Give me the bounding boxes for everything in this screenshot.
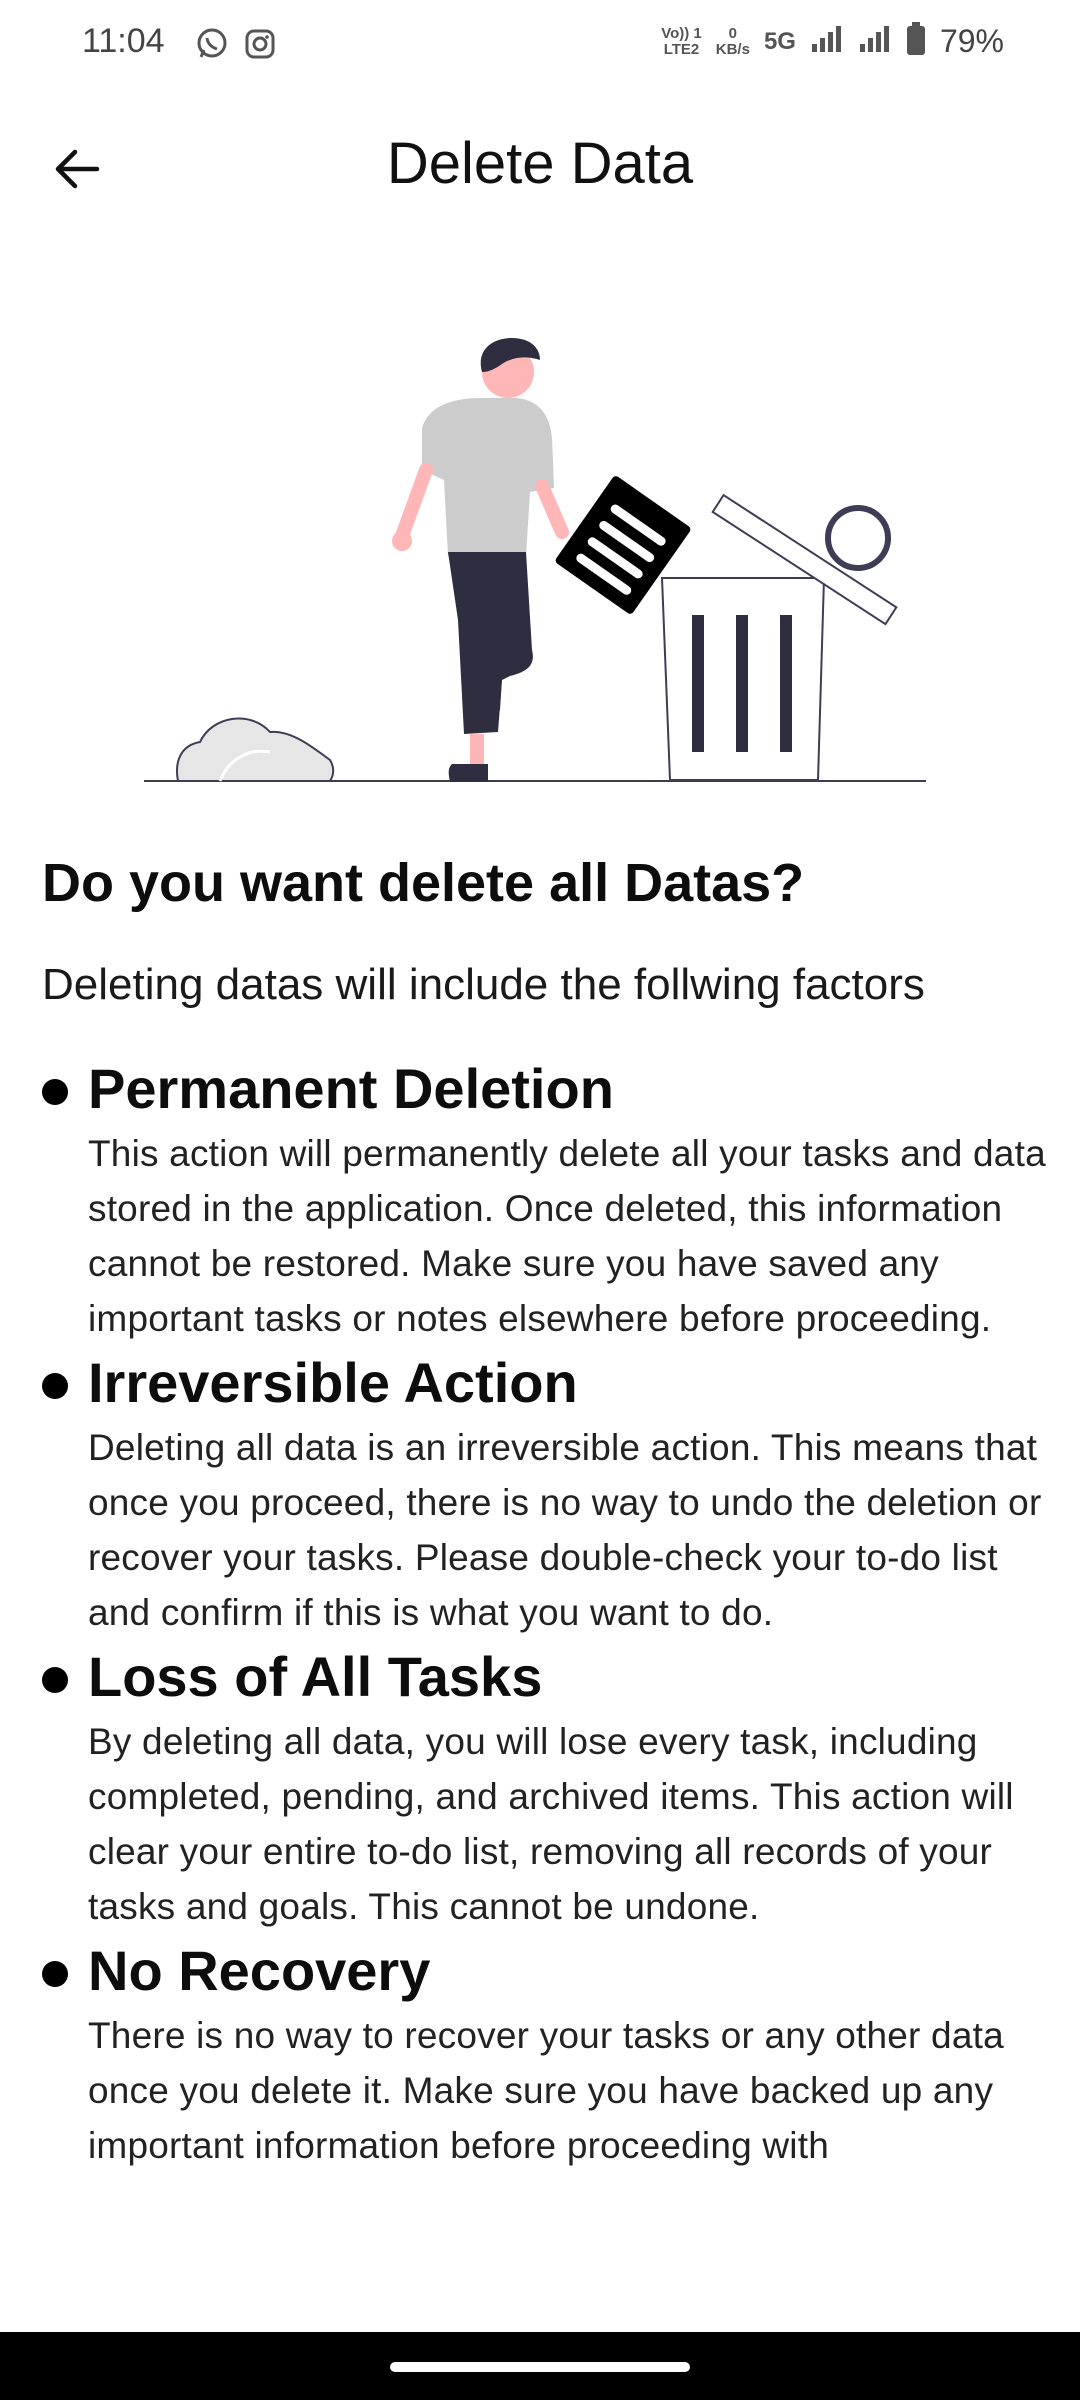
bullet-icon: [42, 1373, 68, 1399]
factor-description: This action will permanently delete all …: [88, 1133, 1046, 1339]
network-type: 5G: [763, 27, 796, 55]
signal-icon-1: [810, 24, 844, 59]
bullet-icon: [42, 1667, 68, 1693]
confirm-heading: Do you want delete all Datas?: [42, 853, 805, 913]
bullet-icon: [42, 1079, 68, 1105]
battery-icon: [906, 22, 926, 61]
network-speed: 0 KB/s: [715, 24, 750, 58]
signal-icon-2: [858, 24, 892, 59]
factor-item: No Recovery There is no way to recover y…: [42, 1934, 1052, 2173]
factor-item: Permanent Deletion This action will perm…: [42, 1052, 1052, 1346]
battery-percent: 79%: [939, 23, 1004, 59]
status-time: 11:04: [82, 22, 165, 60]
factors-list: Permanent Deletion This action will perm…: [42, 1052, 1052, 2173]
status-bar: 11:04 Vo)) 1 LTE2 0 KB/s 5G 79%: [0, 0, 1080, 90]
factor-description: There is no way to recover your tasks or…: [88, 2015, 1004, 2166]
factor-title: Permanent Deletion: [88, 1057, 614, 1120]
factor-title: Loss of All Tasks: [88, 1645, 543, 1708]
volte-indicator: Vo)) 1 LTE2: [661, 24, 702, 58]
status-indicators: Vo)) 1 LTE2 0 KB/s 5G 79%: [661, 22, 1004, 61]
factor-item: Irreversible Action Deleting all data is…: [42, 1346, 1052, 1640]
factor-title: Irreversible Action: [88, 1351, 578, 1414]
page-title: Delete Data: [386, 131, 694, 196]
bullet-icon: [42, 1961, 68, 1987]
factor-item: Loss of All Tasks By deleting all data, …: [42, 1640, 1052, 1934]
instagram-icon: [242, 26, 278, 62]
app-bar: Delete Data: [0, 110, 1080, 220]
intro-text: Deleting datas will include the follwing…: [42, 960, 925, 1009]
factor-description: Deleting all data is an irreversible act…: [88, 1427, 1042, 1633]
whatsapp-icon: [194, 26, 230, 62]
system-nav-bar: [0, 2332, 1080, 2400]
delete-data-illustration: [144, 338, 926, 782]
factor-title: No Recovery: [88, 1939, 431, 2002]
home-gesture-handle[interactable]: [390, 2362, 690, 2372]
factor-description: By deleting all data, you will lose ever…: [88, 1721, 1014, 1927]
